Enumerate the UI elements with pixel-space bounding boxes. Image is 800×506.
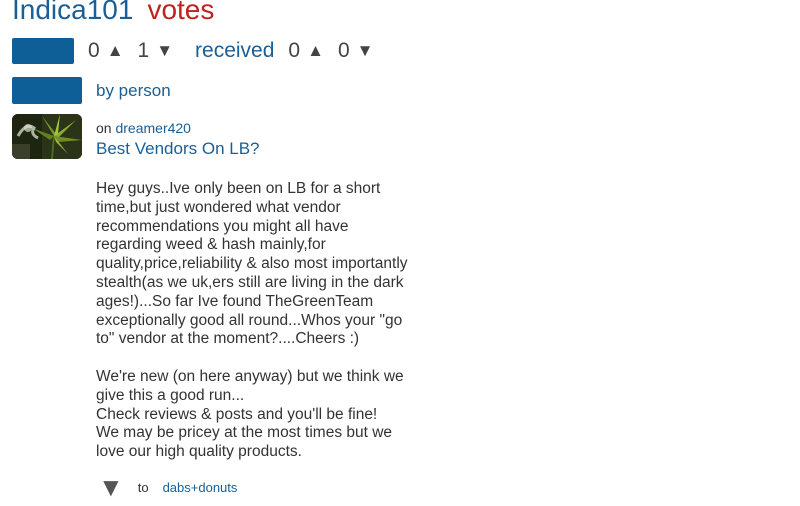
up-arrow-icon: ▲ <box>106 41 124 60</box>
votes-given-button[interactable] <box>12 38 74 64</box>
post-body-line: to" vendor at the moment?....Cheers :) <box>96 330 360 348</box>
post-body-line: time,but just wondered what vendor <box>96 198 341 216</box>
downvote-icon[interactable]: ▼ <box>98 474 124 500</box>
post-body: Hey guys..Ive only been on LB for a shor… <box>96 180 426 462</box>
post-header: on dreamer420 Best Vendors On LB? <box>96 120 436 159</box>
reply-body-line: We're new (on here anyway) but we think … <box>96 367 404 385</box>
given-down-count: 1 <box>137 39 150 62</box>
post-body-line: regarding weed & hash mainly,for <box>96 236 326 254</box>
given-up-count: 0 <box>88 39 100 62</box>
to-label: to <box>137 479 149 495</box>
down-arrow-icon: ▼ <box>356 41 374 60</box>
post-body-line: exceptionally good all round...Whos your… <box>96 311 403 329</box>
post-body-line: stealth(as we uk,ers still are living in… <box>96 273 404 291</box>
reply-body-line: Check reviews & posts and you'll be fine… <box>96 405 378 423</box>
post-body-line: Hey guys..Ive only been on LB for a shor… <box>96 180 381 197</box>
cannabis-leaf-icon <box>12 114 82 159</box>
page: Indica101 votes 0 ▲ 1 ▼ received 0 ▲ 0 ▼ … <box>0 0 800 506</box>
votes-heading: votes <box>147 0 215 25</box>
reply-body-line: give this a good run... <box>96 386 245 404</box>
page-header: Indica101 votes <box>12 0 214 28</box>
post-body-line: quality,price,reliability & also most im… <box>96 255 408 273</box>
downvote-row: ▼ to dabs+donuts <box>98 474 237 500</box>
received-down-count: 0 <box>337 39 350 62</box>
post-body-line: recommendations you might all have <box>96 217 349 235</box>
on-prefix: on <box>96 120 112 136</box>
by-person-button[interactable] <box>12 77 82 104</box>
reply-body-line: love our high quality products. <box>96 443 302 461</box>
reply-body-line: We may be pricey at the most times but w… <box>96 424 393 442</box>
post-title-link[interactable]: Best Vendors On LB? <box>96 139 436 159</box>
by-person-row: by person <box>12 77 171 104</box>
down-arrow-icon: ▼ <box>156 41 174 60</box>
votes-given-row: 0 ▲ 1 ▼ received 0 ▲ 0 ▼ <box>12 37 373 65</box>
up-arrow-icon: ▲ <box>307 41 324 60</box>
vote-target-link[interactable]: dabs+donuts <box>163 480 238 495</box>
post-author-line: on dreamer420 <box>96 120 436 136</box>
by-person-link[interactable]: by person <box>96 81 171 101</box>
received-label[interactable]: received <box>195 39 274 63</box>
post-thumbnail-image[interactable] <box>12 114 82 159</box>
received-up-count: 0 <box>288 39 301 62</box>
post-body-line: ages!)...So far Ive found TheGreenTeam <box>96 292 374 310</box>
post-author-link[interactable]: dreamer420 <box>115 120 191 136</box>
username-title: Indica101 <box>12 0 134 25</box>
